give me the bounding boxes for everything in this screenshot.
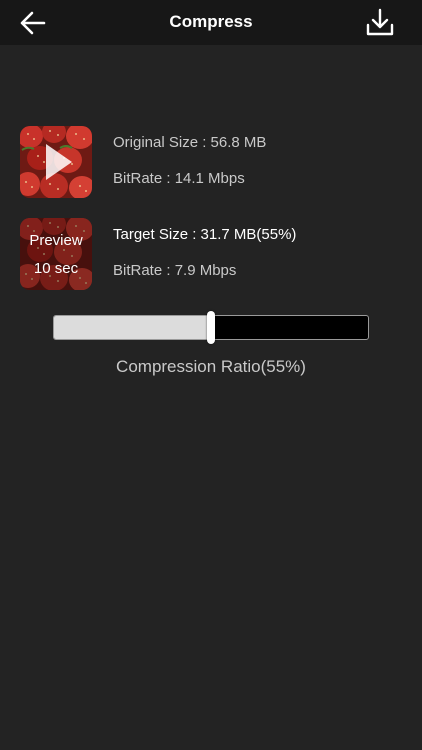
- top-bar: Compress: [0, 0, 422, 45]
- preview-overlay: [20, 218, 92, 290]
- target-size-text: Target Size : 31.7 MB(55%): [113, 226, 297, 243]
- compression-slider[interactable]: [53, 311, 369, 344]
- original-size-text: Original Size : 56.8 MB: [113, 134, 267, 151]
- download-button[interactable]: [362, 6, 398, 40]
- original-bitrate-text: BitRate : 14.1 Mbps: [113, 170, 245, 187]
- page-title: Compress: [169, 12, 253, 31]
- compression-ratio-label: Compression Ratio(55%): [116, 357, 306, 376]
- slider-fill: [54, 316, 212, 339]
- original-video-thumbnail[interactable]: [20, 126, 92, 198]
- play-icon: [46, 144, 72, 180]
- preview-duration: 10 sec: [33, 260, 79, 277]
- target-bitrate-text: BitRate : 7.9 Mbps: [113, 262, 237, 279]
- compress-screen: Compress Original Size: 56.8 MB BitRate…: [0, 0, 422, 750]
- slider-thumb[interactable]: [207, 311, 215, 344]
- preview-label: Preview: [29, 232, 83, 249]
- download-icon: [366, 8, 394, 36]
- preview-button[interactable]: Preview 10 sec: [20, 218, 92, 290]
